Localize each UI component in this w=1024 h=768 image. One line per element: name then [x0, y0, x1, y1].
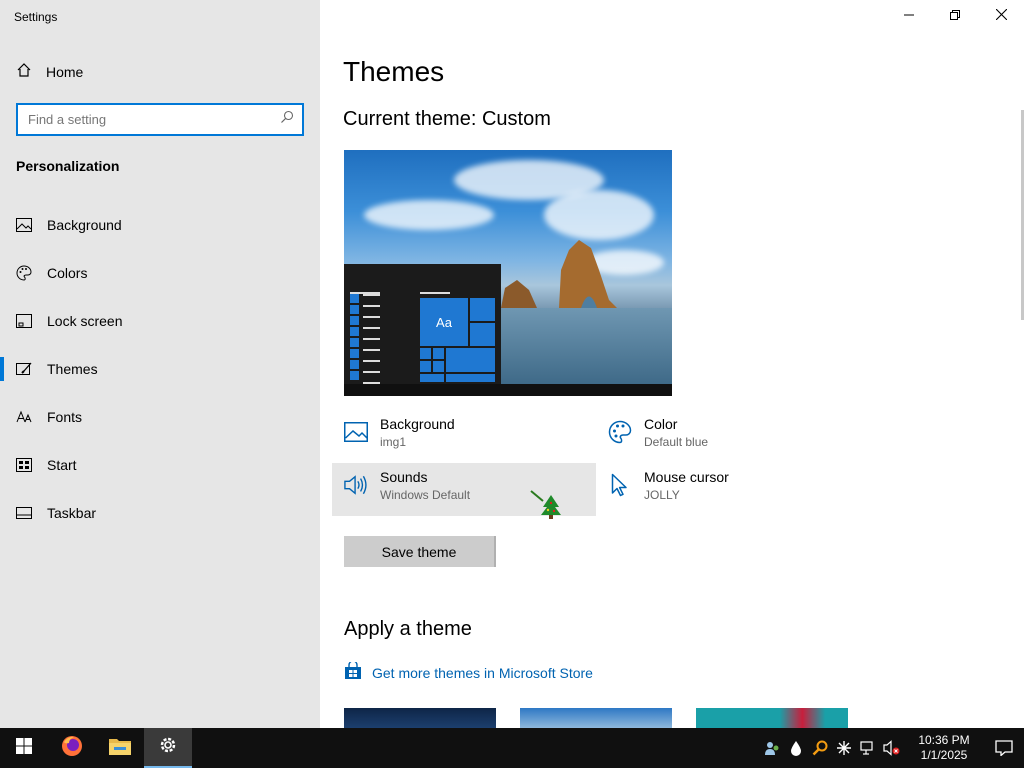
action-center-icon[interactable] [984, 728, 1024, 768]
sidebar-item-colors[interactable]: Colors [0, 249, 320, 297]
taskbar-icon [16, 505, 32, 521]
cursor-icon [608, 473, 632, 497]
file-explorer-icon [108, 736, 132, 761]
section-title: Personalization [16, 158, 120, 174]
firefox-icon [60, 734, 84, 763]
theme-preview-image: Aa [344, 150, 672, 396]
start-button[interactable] [0, 728, 48, 768]
settings-icon [158, 735, 178, 760]
picture-icon [344, 420, 368, 444]
property-name: Mouse cursor [644, 469, 729, 485]
sidebar-item-fonts[interactable]: Fonts [0, 393, 320, 441]
theme-thumbnail-2[interactable] [520, 708, 672, 728]
sidebar-item-label: Start [47, 457, 77, 473]
sidebar-item-label: Fonts [47, 409, 83, 425]
page-title: Themes [343, 56, 445, 87]
save-theme-button[interactable]: Save theme [344, 536, 496, 567]
preview-taskbar [344, 384, 672, 396]
sidebar-item-themes[interactable]: Themes [0, 345, 320, 393]
people-icon[interactable] [760, 728, 784, 768]
themes-icon [16, 361, 32, 377]
property-value: Default blue [644, 435, 709, 449]
network-icon[interactable] [856, 728, 880, 768]
clock-time: 10:36 PM [918, 733, 970, 747]
sidebar-item-start[interactable]: Start [0, 441, 320, 489]
water-reflection [501, 308, 672, 384]
theme-sounds-option[interactable]: Sounds Windows Default [332, 463, 596, 519]
firefox-taskbar-button[interactable] [48, 728, 96, 768]
christmas-tree-cursor-icon [529, 487, 561, 524]
search-box[interactable] [16, 103, 304, 136]
theme-color-option[interactable]: Color Default blue [596, 410, 860, 463]
property-name: Sounds [380, 469, 428, 485]
lock-screen-icon [16, 313, 32, 329]
droplet-icon[interactable] [784, 728, 808, 768]
window-title: Settings [14, 10, 58, 24]
search-icon[interactable] [280, 110, 294, 129]
home-label: Home [46, 63, 84, 80]
sidebar-item-label: Lock screen [47, 313, 123, 329]
property-name: Color [644, 416, 678, 432]
sidebar-item-background[interactable]: Background [0, 201, 320, 249]
property-name: Background [380, 416, 455, 432]
theme-mouse-cursor-option[interactable]: Mouse cursor JOLLY [596, 463, 860, 516]
property-value: img1 [380, 435, 407, 449]
fonts-icon [16, 409, 32, 425]
sidebar-item-label: Background [47, 217, 122, 233]
rock-arch-graphic [501, 240, 617, 308]
windows-logo-icon [16, 737, 32, 759]
home-icon [16, 62, 32, 81]
apply-theme-heading: Apply a theme [344, 618, 472, 640]
palette-icon [608, 420, 632, 444]
theme-background-option[interactable]: Background img1 [332, 410, 596, 463]
palette-icon [16, 265, 32, 281]
picture-icon [16, 217, 32, 233]
clock-date: 1/1/2025 [920, 748, 968, 762]
theme-thumbnail-3[interactable] [696, 708, 848, 728]
asterisk-icon[interactable] [832, 728, 856, 768]
theme-thumbnail-1[interactable] [344, 708, 496, 728]
sidebar: Settings Home Personalization Background… [0, 0, 320, 728]
magnifier-icon[interactable] [808, 728, 832, 768]
store-icon [344, 660, 362, 683]
system-tray: 10:36 PM 1/1/2025 [760, 728, 1024, 768]
microsoft-store-link[interactable]: Get more themes in Microsoft Store [344, 660, 593, 683]
clock[interactable]: 10:36 PM 1/1/2025 [908, 733, 980, 763]
sidebar-nav: Background Colors Lock screen Themes Fon… [0, 201, 320, 537]
current-theme-heading: Current theme: Custom [343, 108, 551, 130]
sidebar-item-label: Colors [47, 265, 88, 281]
volume-muted-icon[interactable] [880, 728, 904, 768]
sidebar-item-label: Themes [47, 361, 98, 377]
speaker-icon [344, 473, 368, 497]
property-value: Windows Default [380, 488, 471, 502]
main-content: Themes Current theme: Custom Aa Backgrou… [320, 0, 1024, 728]
file-explorer-taskbar-button[interactable] [96, 728, 144, 768]
start-icon [16, 457, 32, 473]
search-input[interactable] [28, 112, 280, 127]
store-link-label: Get more themes in Microsoft Store [372, 664, 593, 681]
settings-taskbar-button[interactable] [144, 728, 192, 768]
sidebar-item-taskbar[interactable]: Taskbar [0, 489, 320, 537]
home-link[interactable]: Home [16, 62, 83, 81]
preview-tile: Aa [420, 298, 468, 346]
taskbar: 10:36 PM 1/1/2025 [0, 728, 1024, 768]
sidebar-item-lock-screen[interactable]: Lock screen [0, 297, 320, 345]
property-value: JOLLY [644, 488, 680, 502]
sidebar-item-label: Taskbar [47, 505, 97, 521]
start-menu-preview: Aa [344, 264, 501, 396]
